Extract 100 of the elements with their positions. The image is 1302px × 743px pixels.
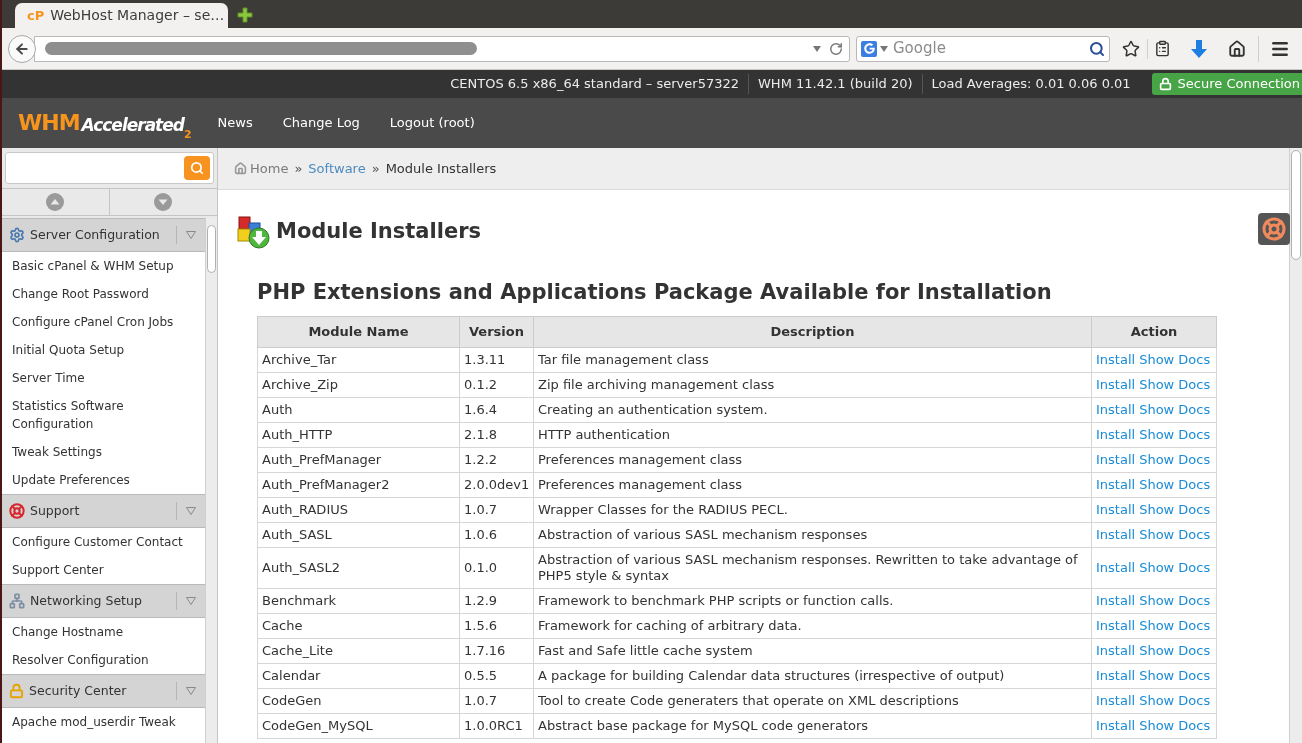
show-docs-link[interactable]: Show Docs [1139, 593, 1211, 608]
sidebar-link[interactable]: Apache mod_userdir Tweak [2, 708, 205, 736]
table-cell: A package for building Calendar data structures (irrespective of output) [533, 663, 1092, 689]
install-link[interactable]: Install [1096, 452, 1136, 467]
status-text: Load Averages: 0.01 0.06 0.01 [921, 74, 1140, 94]
back-button[interactable] [8, 34, 36, 63]
browser-tab[interactable]: cP WebHost Manager – se… [15, 3, 228, 28]
reload-icon[interactable] [829, 41, 843, 56]
install-link[interactable]: Install [1096, 527, 1136, 542]
show-docs-link[interactable]: Show Docs [1139, 502, 1211, 517]
help-button[interactable] [1258, 213, 1290, 245]
dropdown-caret-icon[interactable] [880, 45, 888, 52]
show-docs-link[interactable]: Show Docs [1139, 560, 1211, 575]
search-button[interactable] [184, 156, 210, 180]
search-field[interactable]: Google [856, 35, 1110, 62]
dropdown-caret-icon[interactable] [813, 45, 821, 52]
padlock-icon [9, 683, 24, 699]
nav-link[interactable]: Logout (root) [389, 113, 475, 133]
show-docs-link[interactable]: Show Docs [1139, 693, 1211, 708]
show-docs-link[interactable]: Show Docs [1139, 377, 1211, 392]
table-cell: Wrapper Classes for the RADIUS PECL. [533, 497, 1092, 523]
install-link[interactable]: Install [1096, 668, 1136, 683]
table-cell: Preferences management class [533, 472, 1092, 498]
sidebar-section-header[interactable]: Networking Setup [2, 584, 205, 618]
sidebar-link[interactable]: Change Hostname [2, 618, 205, 646]
sidebar-link[interactable]: Configure cPanel Cron Jobs [2, 308, 205, 336]
show-docs-link[interactable]: Show Docs [1139, 618, 1211, 633]
sidebar-link[interactable]: Configure Customer Contact [2, 528, 205, 556]
search-icon[interactable] [1089, 40, 1105, 57]
sidebar-search-field[interactable] [5, 152, 214, 184]
install-link[interactable]: Install [1096, 402, 1136, 417]
home-icon [234, 162, 247, 175]
install-link[interactable]: Install [1096, 477, 1136, 492]
install-link[interactable]: Install [1096, 377, 1136, 392]
install-link[interactable]: Install [1096, 618, 1136, 633]
show-docs-link[interactable]: Show Docs [1139, 527, 1211, 542]
table-cell: 0.1.2 [459, 372, 534, 398]
show-docs-link[interactable]: Show Docs [1139, 452, 1211, 467]
table-cell: Archive_Zip [257, 372, 460, 398]
table-cell: 1.0.0RC1 [459, 713, 534, 739]
breadcrumb-current: Module Installers [385, 159, 497, 178]
table-cell: Calendar [257, 663, 460, 689]
show-docs-link[interactable]: Show Docs [1139, 477, 1211, 492]
column-header: Action [1091, 316, 1217, 348]
table-cell: Auth_RADIUS [257, 497, 460, 523]
sidebar-section-header[interactable]: Support [2, 494, 205, 528]
show-docs-link[interactable]: Show Docs [1139, 427, 1211, 442]
sidebar-link[interactable]: Tweak Settings [2, 438, 205, 466]
nav-link[interactable]: News [217, 113, 253, 133]
plus-icon [237, 7, 253, 23]
table-cell: Creating an authentication system. [533, 397, 1092, 423]
url-field[interactable] [34, 35, 850, 62]
bookmark-star-icon[interactable] [1122, 39, 1140, 58]
table-cell: Framework to benchmark PHP scripts or function calls. [533, 588, 1092, 614]
sidebar-link[interactable]: Server Time [2, 364, 205, 392]
table-cell: Auth_PrefManager [257, 447, 460, 473]
sidebar-link[interactable]: Support Center [2, 556, 205, 584]
sidebar-link[interactable]: Resolver Configuration [2, 646, 205, 674]
sidebar-link[interactable]: Basic cPanel & WHM Setup [2, 252, 205, 280]
install-link[interactable]: Install [1096, 643, 1136, 658]
table-cell: Auth_SASL2 [257, 547, 460, 589]
show-docs-link[interactable]: Show Docs [1139, 668, 1211, 683]
table-cell: Cache [257, 613, 460, 639]
install-link[interactable]: Install [1096, 593, 1136, 608]
table-cell: Benchmark [257, 588, 460, 614]
sidebar-link[interactable]: Change Root Password [2, 280, 205, 308]
nav-link[interactable]: Change Log [282, 113, 360, 133]
sidebar-section-header[interactable]: Security Center [2, 674, 205, 708]
sidebar-link[interactable]: Initial Quota Setup [2, 336, 205, 364]
sidebar-section-header[interactable]: Server Configuration [2, 218, 205, 252]
table-cell: Auth_PrefManager2 [257, 472, 460, 498]
sidebar-link[interactable]: Statistics Software Configuration [2, 392, 205, 438]
breadcrumb-link[interactable]: Software [308, 158, 366, 179]
show-docs-link[interactable]: Show Docs [1139, 643, 1211, 658]
column-header: Description [533, 316, 1092, 348]
table-cell: Abstract base package for MySQL code generators [533, 713, 1092, 739]
table-cell: 2.1.8 [459, 422, 534, 448]
show-docs-link[interactable]: Show Docs [1139, 718, 1211, 733]
install-link[interactable]: Install [1096, 352, 1136, 367]
status-text: CENTOS 6.5 x86_64 standard – server57322 [449, 75, 740, 94]
install-link[interactable]: Install [1096, 427, 1136, 442]
lifebuoy-icon [9, 503, 25, 519]
home-icon[interactable] [1228, 39, 1246, 58]
install-link[interactable]: Install [1096, 693, 1136, 708]
table-cell: Framework for caching of arbitrary data. [533, 613, 1092, 639]
table-cell: Archive_Tar [257, 347, 460, 373]
install-link[interactable]: Install [1096, 718, 1136, 733]
breadcrumb-link[interactable]: Home [234, 158, 289, 179]
show-docs-link[interactable]: Show Docs [1139, 402, 1211, 417]
show-docs-link[interactable]: Show Docs [1139, 352, 1211, 367]
install-link[interactable]: Install [1096, 502, 1136, 517]
new-tab-button[interactable] [237, 7, 253, 23]
table-cell: 1.2.2 [459, 447, 534, 473]
install-link[interactable]: Install [1096, 560, 1136, 575]
sidebar-link[interactable]: Update Preferences [2, 466, 205, 494]
table-cell: 1.0.6 [459, 522, 534, 548]
download-arrow-icon[interactable] [1191, 39, 1207, 58]
clipboard-icon[interactable] [1154, 40, 1171, 57]
table-cell: Tar file management class [533, 347, 1092, 373]
letter-g-icon [861, 40, 877, 57]
